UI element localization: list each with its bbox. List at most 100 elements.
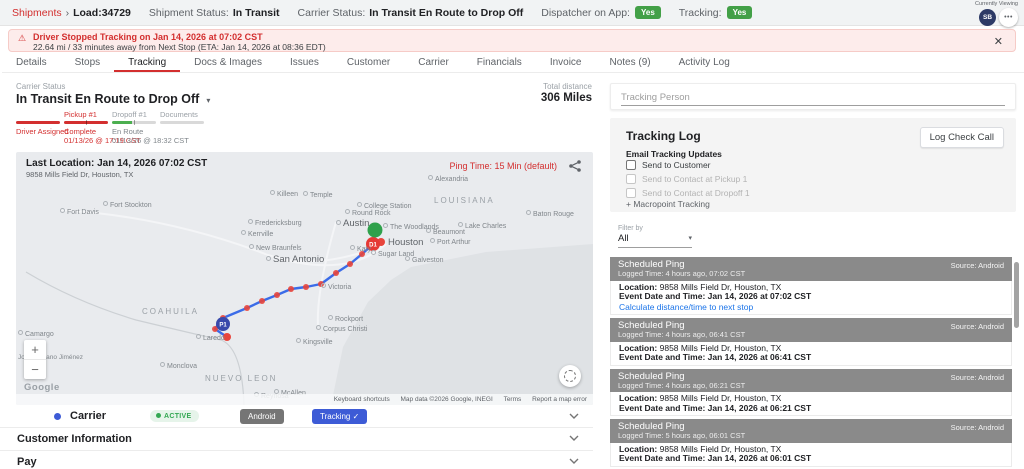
shipment-tracking-page: Shipments › Load: 34729 Shipment Status:…	[0, 0, 1024, 469]
log-entry-source: Source: Android	[951, 261, 1004, 270]
event-label: Event Date and Time:	[619, 352, 705, 362]
keyboard-shortcuts-link[interactable]: Keyboard shortcuts	[334, 396, 390, 403]
log-entry-title: Scheduled Ping	[618, 371, 1004, 382]
dispatcher-yes-badge: Yes	[635, 6, 661, 19]
tab-financials[interactable]: Financials	[463, 54, 536, 72]
progress-step-documents: Documents	[160, 110, 204, 145]
tracking-log-card: Tracking Log Log Check Call Email Tracki…	[610, 118, 1016, 212]
log-entry-body: Location: 9858 Mills Field Dr, Houston, …	[610, 281, 1012, 316]
log-entry-logged-time: Logged Time: 4 hours ago, 06:21 CST	[618, 382, 1004, 391]
calculate-distance-link[interactable]: Calculate distance/time to next stop	[619, 303, 1003, 313]
close-icon[interactable]: ✕	[994, 35, 1003, 48]
report-map-error-link[interactable]: Report a map error	[532, 396, 587, 403]
chevron-down-icon[interactable]	[569, 458, 579, 464]
log-entry-event: Event Date and Time: Jan 14, 2026 at 06:…	[619, 404, 1003, 414]
zoom-in-button[interactable]: +	[24, 340, 46, 359]
log-entry-event: Event Date and Time: Jan 14, 2026 at 06:…	[619, 353, 1003, 363]
chevron-down-icon: ▾	[688, 234, 692, 242]
location-value: 9858 Mills Field Dr, Houston, TX	[660, 343, 782, 353]
send-to-pickup-contact-checkbox-row: Send to Contact at Pickup 1	[626, 174, 747, 184]
share-icon[interactable]	[568, 159, 582, 173]
customer-information-row[interactable]: Customer Information	[0, 428, 593, 451]
location-label: Location:	[619, 393, 657, 403]
tracking-log-title: Tracking Log	[626, 129, 701, 143]
map-label: College Station	[357, 202, 411, 210]
top-bar: Shipments › Load: 34729 Shipment Status:…	[0, 0, 1024, 26]
carrier-status-value: In Transit En Route to Drop Off	[369, 7, 523, 19]
google-logo[interactable]: Google	[24, 382, 60, 393]
event-value: Jan 14, 2026 at 06:41 CST	[708, 352, 811, 362]
send-to-customer-checkbox-row[interactable]: Send to Customer	[626, 160, 711, 170]
log-check-call-button[interactable]: Log Check Call	[920, 127, 1004, 148]
progress-step-title: Dropoff #1	[112, 110, 156, 119]
currently-viewing-label: Currently Viewing	[975, 1, 1018, 7]
current-location-marker[interactable]	[368, 223, 383, 238]
terms-link[interactable]: Terms	[504, 396, 522, 403]
tab-issues[interactable]: Issues	[276, 54, 333, 72]
load-number: 34729	[102, 7, 131, 19]
zoom-out-button[interactable]: −	[24, 359, 46, 379]
map-label: Killeen	[270, 190, 298, 198]
pickup-marker-label: P1	[219, 323, 227, 329]
chevron-down-icon[interactable]	[569, 435, 579, 441]
tracking-log-list: Scheduled Ping Logged Time: 4 hours ago,…	[610, 257, 1012, 469]
tab-details[interactable]: Details	[2, 54, 61, 72]
map-label: Fort Stockton	[103, 201, 152, 209]
map-label: Fredericksburg	[248, 219, 302, 227]
more-options-button[interactable]: •••	[999, 8, 1018, 27]
carrier-status-dropdown-value: In Transit En Route to Drop Off	[16, 92, 199, 106]
pay-row[interactable]: Pay	[0, 451, 593, 469]
tab-notes[interactable]: Notes (9)	[596, 54, 665, 72]
map-label: Port Arthur	[430, 238, 470, 246]
map-label: Austin	[336, 218, 369, 229]
log-entry-body: Location: 9858 Mills Field Dr, Houston, …	[610, 443, 1012, 467]
checkbox-icon[interactable]	[626, 160, 636, 170]
map-label: Rockport	[328, 315, 363, 323]
tab-tracking[interactable]: Tracking	[114, 54, 180, 72]
carrier-section-row[interactable]: Carrier ACTIVE Android Tracking ✓	[0, 406, 593, 428]
location-value: 9858 Mills Field Dr, Houston, TX	[660, 393, 782, 403]
log-entry-header: Scheduled Ping Logged Time: 4 hours ago,…	[610, 257, 1012, 281]
tab-customer[interactable]: Customer	[333, 54, 404, 72]
shipment-status-label: Shipment Status:	[149, 7, 229, 19]
driver-stopped-tracking-alert: ⚠ Driver Stopped Tracking on Jan 14, 202…	[8, 29, 1016, 52]
checkbox-label: Send to Customer	[642, 160, 711, 170]
map-label: Victoria	[321, 283, 351, 291]
tracking-person-input[interactable]	[621, 92, 1005, 106]
tracking-map[interactable]: P1 D1 Fort Stockton Fort Davis Killeen T…	[16, 152, 593, 405]
progress-step-status: Driver Assigned	[16, 127, 60, 136]
alert-subtitle: 22.64 mi / 33 minutes away from Next Sto…	[33, 43, 1005, 53]
checkbox-label: Send to Contact at Dropoff 1	[642, 188, 750, 198]
carrier-status-dropdown[interactable]: In Transit En Route to Drop Off▾	[16, 92, 210, 106]
recenter-button[interactable]	[559, 365, 581, 387]
event-value: Jan 14, 2026 at 06:01 CST	[708, 453, 811, 463]
map-label: Katy	[350, 245, 371, 253]
carrier-status-label: Carrier Status:	[298, 7, 366, 19]
breadcrumb-shipments[interactable]: Shipments	[12, 7, 62, 19]
chevron-down-icon[interactable]	[569, 413, 579, 419]
tab-activity-log[interactable]: Activity Log	[665, 54, 744, 72]
progress-step-title: Pickup #1	[64, 110, 108, 119]
filter-by-label: Filter by	[618, 225, 643, 232]
scrollbar-thumb[interactable]	[1014, 262, 1019, 328]
tracking-badge-label: Tracking	[320, 412, 350, 421]
tab-stops[interactable]: Stops	[61, 54, 115, 72]
log-entry-source: Source: Android	[951, 423, 1004, 432]
tab-docs-images[interactable]: Docs & Images	[180, 54, 276, 72]
tab-carrier[interactable]: Carrier	[404, 54, 463, 72]
send-to-dropoff-contact-checkbox-row: Send to Contact at Dropoff 1	[626, 188, 750, 198]
progress-bar-segment	[16, 121, 60, 124]
map-label: Lake Charles	[458, 222, 506, 230]
check-icon: ✓	[353, 412, 360, 421]
macropoint-tracking-link[interactable]: + Macropoint Tracking	[626, 199, 710, 209]
tab-invoice[interactable]: Invoice	[536, 54, 596, 72]
progress-step-driver-assigned: Driver Assigned	[16, 110, 60, 145]
map-label: Galveston	[405, 256, 444, 264]
avatar[interactable]: SB	[979, 9, 996, 26]
filter-select[interactable]: All ▾	[618, 233, 692, 248]
progress-step-status: Complete	[64, 127, 108, 136]
map-label: NUEVO LEON	[205, 374, 277, 383]
load-label: Load:	[73, 7, 102, 19]
log-entry-header: Scheduled Ping Logged Time: 5 hours ago,…	[610, 419, 1012, 443]
filter-selected-value: All	[618, 233, 629, 244]
